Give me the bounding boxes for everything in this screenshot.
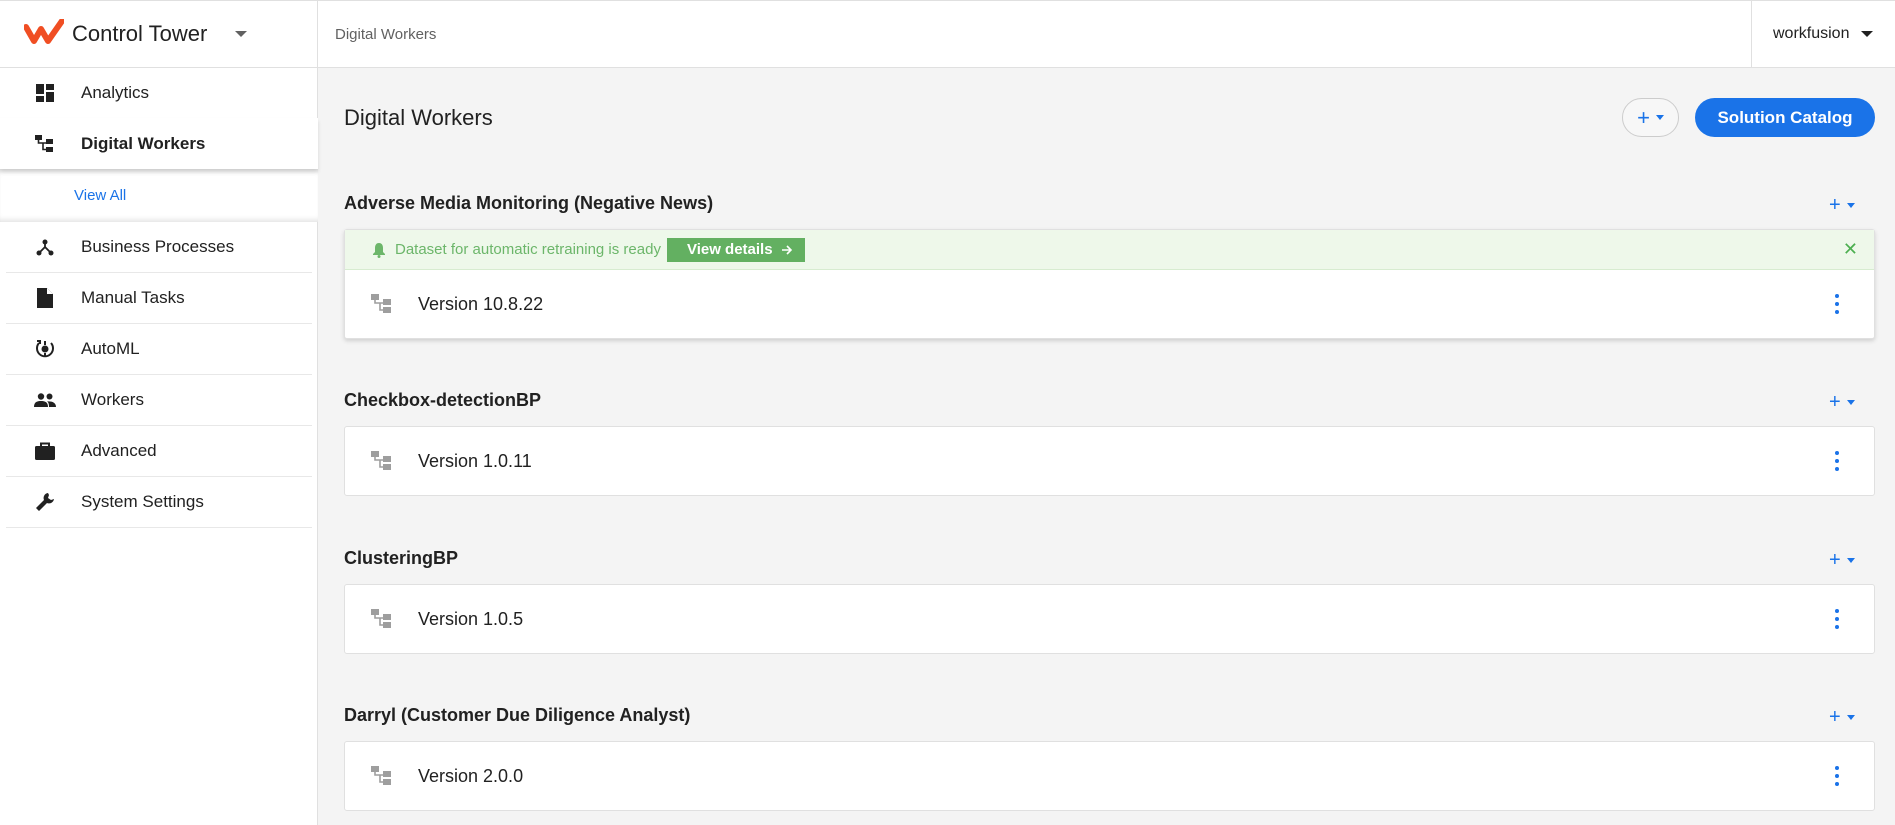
- chevron-down-icon: [1846, 399, 1855, 405]
- group-title: Checkbox-detectionBP: [344, 390, 542, 410]
- sidebar-item-automl[interactable]: AutoML: [6, 324, 312, 375]
- alert-message: Dataset for automatic retraining is read…: [395, 241, 661, 258]
- sidebar-item-manual-tasks[interactable]: Manual Tasks: [6, 273, 312, 324]
- arrow-right-icon: [781, 244, 792, 255]
- plus-icon: +: [1637, 104, 1650, 130]
- people-icon: [34, 389, 56, 411]
- group-add-button[interactable]: +: [1829, 392, 1855, 412]
- app-switcher[interactable]: Control Tower: [0, 1, 318, 67]
- document-icon: [34, 287, 56, 309]
- chevron-down-icon: [235, 31, 248, 37]
- sidebar-subnav: View All: [0, 169, 318, 222]
- more-options-icon[interactable]: [1834, 609, 1840, 629]
- sidebar-item-analytics[interactable]: Analytics: [6, 68, 312, 119]
- more-options-icon[interactable]: [1834, 294, 1840, 314]
- sidebar-item-workers[interactable]: Workers: [6, 375, 312, 426]
- digital-worker-version-icon: [371, 294, 391, 313]
- chevron-down-icon: [1861, 31, 1874, 37]
- user-menu[interactable]: workfusion: [1751, 1, 1895, 67]
- group-title: ClusteringBP: [344, 548, 459, 568]
- version-card: Dataset for automatic retraining is read…: [344, 229, 1875, 339]
- close-icon[interactable]: ✕: [1843, 240, 1858, 258]
- workfusion-logo-icon: [24, 19, 64, 44]
- user-name: workfusion: [1773, 25, 1850, 42]
- digital-worker-version-icon: [371, 451, 391, 470]
- breadcrumb: Digital Workers: [335, 25, 437, 43]
- retraining-alert: Dataset for automatic retraining is read…: [345, 230, 1874, 270]
- sidebar-item-label: System Settings: [81, 492, 204, 511]
- sidebar-item-label: AutoML: [81, 339, 140, 358]
- version-row[interactable]: Version 10.8.22: [345, 270, 1874, 338]
- group-title: Adverse Media Monitoring (Negative News): [344, 193, 714, 213]
- version-row[interactable]: Version 1.0.5: [345, 585, 1874, 653]
- version-row[interactable]: Version 1.0.11: [345, 427, 1874, 495]
- version-row[interactable]: Version 2.0.0: [345, 742, 1874, 810]
- group-title: Darryl (Customer Due Diligence Analyst): [344, 705, 691, 725]
- bell-icon: [373, 242, 385, 258]
- version-label: Version 2.0.0: [418, 765, 524, 786]
- version-label: Version 10.8.22: [418, 293, 544, 314]
- version-card: Version 1.0.5: [344, 584, 1875, 654]
- sidebar-item-business-processes[interactable]: Business Processes: [6, 222, 312, 273]
- chevron-down-icon: [1655, 115, 1664, 120]
- group-add-button[interactable]: +: [1829, 707, 1855, 727]
- sidebar-item-label: Advanced: [81, 441, 157, 460]
- more-options-icon[interactable]: [1834, 766, 1840, 786]
- sidebar-item-advanced[interactable]: Advanced: [6, 426, 312, 477]
- sidebar-item-label: Workers: [81, 390, 144, 409]
- sidebar-item-digital-workers[interactable]: Digital Workers: [0, 118, 318, 169]
- wrench-icon: [34, 491, 56, 513]
- automl-icon: [34, 338, 56, 360]
- chevron-down-icon: [1846, 557, 1855, 563]
- top-header: Control Tower Digital Workers workfusion: [0, 0, 1895, 68]
- sidebar-item-label: Manual Tasks: [81, 288, 185, 307]
- solution-catalog-button[interactable]: Solution Catalog: [1695, 98, 1875, 137]
- briefcase-icon: [34, 440, 56, 462]
- chevron-down-icon: [1846, 714, 1855, 720]
- chevron-down-icon: [1846, 202, 1855, 208]
- sidebar-item-label: Digital Workers: [81, 133, 206, 153]
- sidebar-item-label: Analytics: [81, 83, 150, 102]
- plus-icon: +: [1829, 391, 1841, 413]
- view-details-label: View details: [686, 241, 773, 258]
- plus-icon: +: [1829, 706, 1841, 728]
- sidebar-item-system-settings[interactable]: System Settings: [6, 477, 312, 528]
- dashboard-icon: [34, 82, 56, 104]
- process-icon: [34, 236, 56, 258]
- view-all-link[interactable]: View All: [74, 187, 126, 204]
- view-details-button[interactable]: View details: [666, 237, 805, 262]
- plus-icon: +: [1829, 194, 1841, 216]
- plus-icon: +: [1829, 549, 1841, 571]
- digital-workers-icon: [34, 133, 56, 155]
- sidebar-item-label: Business Processes: [81, 237, 235, 256]
- version-label: Version 1.0.5: [418, 608, 524, 629]
- more-options-icon[interactable]: [1834, 451, 1840, 471]
- group-add-button[interactable]: +: [1829, 195, 1855, 215]
- sidebar: Analytics Digital Workers View All Busin…: [0, 68, 318, 825]
- group-add-button[interactable]: +: [1829, 550, 1855, 570]
- version-card: Version 2.0.0: [344, 741, 1875, 811]
- digital-worker-version-icon: [371, 766, 391, 785]
- add-button[interactable]: +: [1622, 98, 1679, 137]
- app-title: Control Tower: [72, 21, 208, 46]
- page-title: Digital Workers: [344, 105, 493, 130]
- digital-worker-version-icon: [371, 609, 391, 628]
- version-card: Version 1.0.11: [344, 426, 1875, 496]
- version-label: Version 1.0.11: [418, 450, 532, 471]
- main-content: Digital Workers + Solution Catalog Adver…: [319, 69, 1895, 825]
